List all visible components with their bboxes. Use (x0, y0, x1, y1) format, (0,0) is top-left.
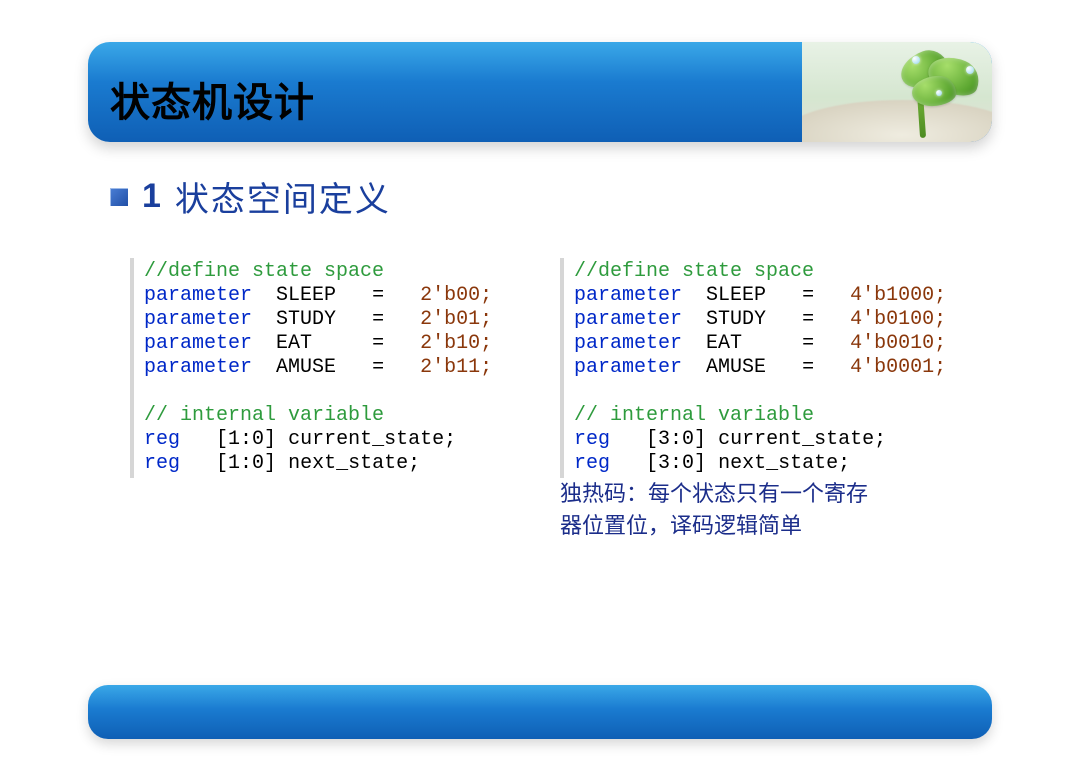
dewdrop-shape (966, 66, 974, 74)
kw: parameter (574, 356, 682, 379)
code-comment: //define state space (574, 260, 814, 283)
op: = (372, 284, 384, 307)
id: next_state; (718, 452, 850, 475)
id: STUDY (276, 308, 336, 331)
lit: 4'b0100; (850, 308, 946, 331)
bullet-icon (110, 188, 128, 206)
kw: parameter (144, 284, 252, 307)
code-block-binary: //define state space parameter SLEEP = 2… (130, 258, 504, 478)
section-title: 状态空间定义 (175, 172, 391, 221)
code-block-onehot: //define state space parameter SLEEP = 4… (560, 258, 974, 478)
kw: reg (144, 428, 180, 451)
op: = (372, 308, 384, 331)
kw: parameter (144, 308, 252, 331)
op: = (802, 332, 814, 355)
kw: reg (574, 452, 610, 475)
id: current_state; (288, 428, 456, 451)
id: SLEEP (706, 284, 766, 307)
slide: 状态机设计 1 状态空间定义 //define state space para… (0, 0, 1080, 763)
op: = (802, 356, 814, 379)
range: [3:0] (646, 428, 706, 451)
kw: reg (144, 452, 180, 475)
section-heading: 1 状态空间定义 (110, 172, 391, 221)
section-number: 1 (142, 177, 161, 216)
header-bar: 状态机设计 (88, 42, 992, 142)
id: SLEEP (276, 284, 336, 307)
slide-title: 状态机设计 (110, 70, 315, 128)
id: current_state; (718, 428, 886, 451)
op: = (372, 356, 384, 379)
lit: 4'b0001; (850, 356, 946, 379)
range: [3:0] (646, 452, 706, 475)
sprout-icon (872, 48, 972, 140)
code-comment: // internal variable (144, 404, 384, 427)
kw: parameter (144, 332, 252, 355)
kw: parameter (574, 284, 682, 307)
id: EAT (706, 332, 742, 355)
id: next_state; (288, 452, 420, 475)
op: = (802, 284, 814, 307)
kw: parameter (574, 308, 682, 331)
code-comment: // internal variable (574, 404, 814, 427)
id: EAT (276, 332, 312, 355)
lit: 2'b00; (420, 284, 492, 307)
lit: 2'b10; (420, 332, 492, 355)
dewdrop-shape (912, 56, 920, 64)
footer-bar (88, 685, 992, 739)
range: [1:0] (216, 452, 276, 475)
code-comment: //define state space (144, 260, 384, 283)
op: = (802, 308, 814, 331)
id: STUDY (706, 308, 766, 331)
lit: 4'b1000; (850, 284, 946, 307)
lit: 4'b0010; (850, 332, 946, 355)
header-photo (802, 42, 992, 142)
range: [1:0] (216, 428, 276, 451)
id: AMUSE (276, 356, 336, 379)
dewdrop-shape (936, 90, 942, 96)
kw: reg (574, 428, 610, 451)
lit: 2'b01; (420, 308, 492, 331)
op: = (372, 332, 384, 355)
onehot-note: 独热码：每个状态只有一个寄存器位置位，译码逻辑简单 (560, 478, 880, 542)
id: AMUSE (706, 356, 766, 379)
kw: parameter (144, 356, 252, 379)
lit: 2'b11; (420, 356, 492, 379)
kw: parameter (574, 332, 682, 355)
